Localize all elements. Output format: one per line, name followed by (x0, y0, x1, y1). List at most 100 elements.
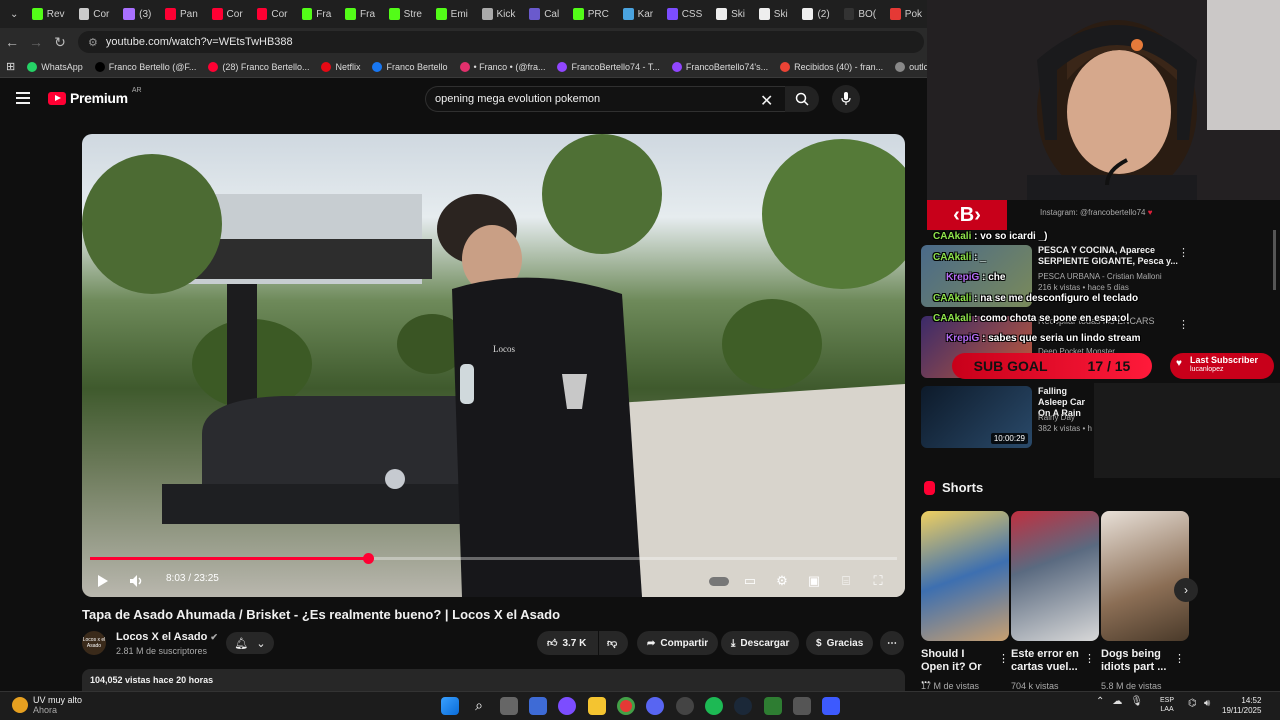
short-title[interactable]: Este error en cartas vuel... (1011, 648, 1081, 674)
app-icon[interactable] (558, 697, 576, 715)
obs-icon[interactable] (676, 697, 694, 715)
start-icon[interactable] (441, 697, 459, 715)
browser-tab[interactable]: (2) (796, 3, 836, 25)
browser-tab[interactable]: Stre (383, 3, 428, 25)
volume-icon[interactable]: 🔊︎ (1204, 698, 1210, 709)
back-icon[interactable]: ← (0, 30, 24, 54)
clock[interactable]: 14:52 19/11/2025 (1222, 696, 1261, 716)
bookmark-item[interactable]: Franco Bertello (@F... (94, 61, 196, 72)
voice-search-button[interactable] (832, 85, 860, 113)
browser-tab[interactable]: Pok (884, 3, 928, 25)
browser-tab[interactable]: Fra (296, 3, 338, 25)
browser-tab[interactable]: CSS (661, 3, 708, 25)
more-options-icon[interactable]: ⋮ (1174, 652, 1185, 665)
chevron-up-icon[interactable]: ⌃ (1096, 696, 1104, 707)
description-box[interactable]: 104,052 vistas hace 20 horas (82, 669, 905, 691)
menu-icon[interactable] (16, 92, 30, 104)
store-icon[interactable] (529, 697, 547, 715)
search-button[interactable] (785, 86, 819, 112)
browser-tab[interactable]: (3) (117, 3, 157, 25)
browser-tab[interactable]: Emi (430, 3, 474, 25)
browser-tab[interactable]: PRC (567, 3, 615, 25)
last-sub-label: Last Subscriber (1190, 355, 1259, 365)
reload-icon[interactable]: ↻ (48, 30, 72, 54)
progress-bar[interactable] (90, 553, 897, 564)
short-title[interactable]: Dogs being idiots part ... (1101, 648, 1171, 674)
autoplay-toggle[interactable] (706, 570, 732, 592)
browser-tab[interactable]: Ski (753, 3, 794, 25)
clear-search-icon[interactable]: ✕ (760, 91, 773, 111)
app-icon[interactable] (793, 697, 811, 715)
more-options-icon[interactable]: ⋮ (1084, 652, 1095, 665)
download-button[interactable]: ⤓ Descargar (721, 631, 800, 655)
bookmark-label: FrancoBertello74 - T... (571, 61, 660, 72)
browser-tab[interactable]: Cor (73, 3, 116, 25)
bookmark-item[interactable]: Recibidos (40) - fran... (780, 61, 883, 72)
notifications-button[interactable]: 🔔︎ ⌄ (226, 632, 274, 654)
channel-name[interactable]: Locos X el Asado ✔ (116, 631, 218, 643)
volume-button[interactable] (126, 570, 148, 592)
task-view-icon[interactable] (500, 697, 518, 715)
browser-tab[interactable]: BO( (838, 3, 882, 25)
steam-icon[interactable] (734, 697, 752, 715)
tab-list-button[interactable]: ⌄ (4, 3, 24, 25)
search-input[interactable]: opening mega evolution pokemon (425, 86, 785, 112)
browser-tab[interactable]: Rev (26, 3, 70, 25)
subscriber-count: 2.81 M de suscriptores (116, 646, 208, 656)
browser-tab[interactable]: Pan (159, 3, 203, 25)
browser-tab[interactable]: Kar (617, 3, 659, 25)
cloud-icon[interactable]: ☁ (1112, 696, 1122, 707)
site-info-icon[interactable]: ⚙ (88, 36, 98, 49)
bookmark-item[interactable]: Netflix (321, 61, 360, 72)
more-options-icon[interactable]: ⋮ (998, 652, 1009, 665)
network-icon[interactable]: ⌬ (1188, 698, 1197, 709)
play-button[interactable] (92, 570, 114, 592)
more-actions-button[interactable]: ⋯ (880, 631, 904, 655)
settings-icon[interactable]: ⚙ (771, 570, 793, 592)
language-indicator[interactable]: ESP LAA (1160, 696, 1174, 714)
app-icon[interactable] (764, 697, 782, 715)
browser-tab[interactable]: Cor (206, 3, 249, 25)
spotify-icon[interactable] (705, 697, 723, 715)
microphone-icon[interactable]: 🎙︎ (1130, 696, 1143, 707)
short-thumbnail[interactable] (921, 511, 1009, 641)
short-thumbnail[interactable] (1011, 511, 1099, 641)
app-icon[interactable] (822, 697, 840, 715)
video-player[interactable]: Locos 8:03 / 23:25 ▭ ⚙ ▣ ⌸ ⛶ (82, 134, 905, 597)
channel-avatar[interactable]: Locos x el Asado (82, 631, 106, 655)
browser-tab[interactable]: Fra (339, 3, 381, 25)
search-icon[interactable]: ⌕ (470, 697, 488, 715)
share-button[interactable]: ➦ Compartir (637, 631, 719, 655)
chat-scrollbar[interactable] (1273, 230, 1276, 290)
file-explorer-icon[interactable] (588, 697, 606, 715)
like-button[interactable]: 👍︎ 3.7 K (537, 631, 598, 655)
apps-icon[interactable]: ⊞ (6, 60, 15, 73)
miniplayer-icon[interactable]: ▣ (803, 570, 825, 592)
chrome-icon[interactable] (617, 697, 635, 715)
bookmark-item[interactable]: Franco Bertello (372, 61, 448, 72)
cast-icon[interactable]: ⌸ (835, 570, 857, 592)
browser-tab[interactable]: Cor (251, 3, 294, 25)
discord-icon[interactable] (646, 697, 664, 715)
bookmark-item[interactable]: FrancoBertello74 - T... (557, 61, 660, 72)
bookmark-item[interactable]: FrancoBertello74's... (671, 61, 768, 72)
browser-tab[interactable]: Kick (476, 3, 522, 25)
subtitles-icon[interactable]: ▭ (739, 570, 761, 592)
url-field[interactable]: ⚙ youtube.com/watch?v=WEtsTwHB388 (78, 31, 924, 53)
bookmark-item[interactable]: • Franco • (@fra... (459, 61, 545, 72)
forward-icon[interactable]: → (24, 30, 48, 54)
shorts-next-button[interactable]: › (1174, 578, 1198, 602)
youtube-logo[interactable]: Premium AR (48, 87, 142, 106)
bookmark-item[interactable]: outlook (895, 61, 930, 72)
browser-tab[interactable]: Cal (523, 3, 565, 25)
progress-scrubber[interactable] (362, 553, 374, 564)
bookmark-item[interactable]: (28) Franco Bertello... (208, 61, 309, 72)
bookmark-item[interactable]: WhatsApp (27, 61, 83, 72)
short-thumbnail[interactable] (1101, 511, 1189, 641)
browser-tab[interactable]: Ski (710, 3, 751, 25)
dislike-button[interactable]: 👎︎ (599, 631, 628, 655)
fullscreen-icon[interactable]: ⛶ (867, 570, 889, 592)
streamer-webcam (927, 0, 1280, 200)
weather-widget[interactable]: UV muy alto Ahora (12, 695, 82, 715)
thanks-button[interactable]: $ Gracias (806, 631, 874, 655)
